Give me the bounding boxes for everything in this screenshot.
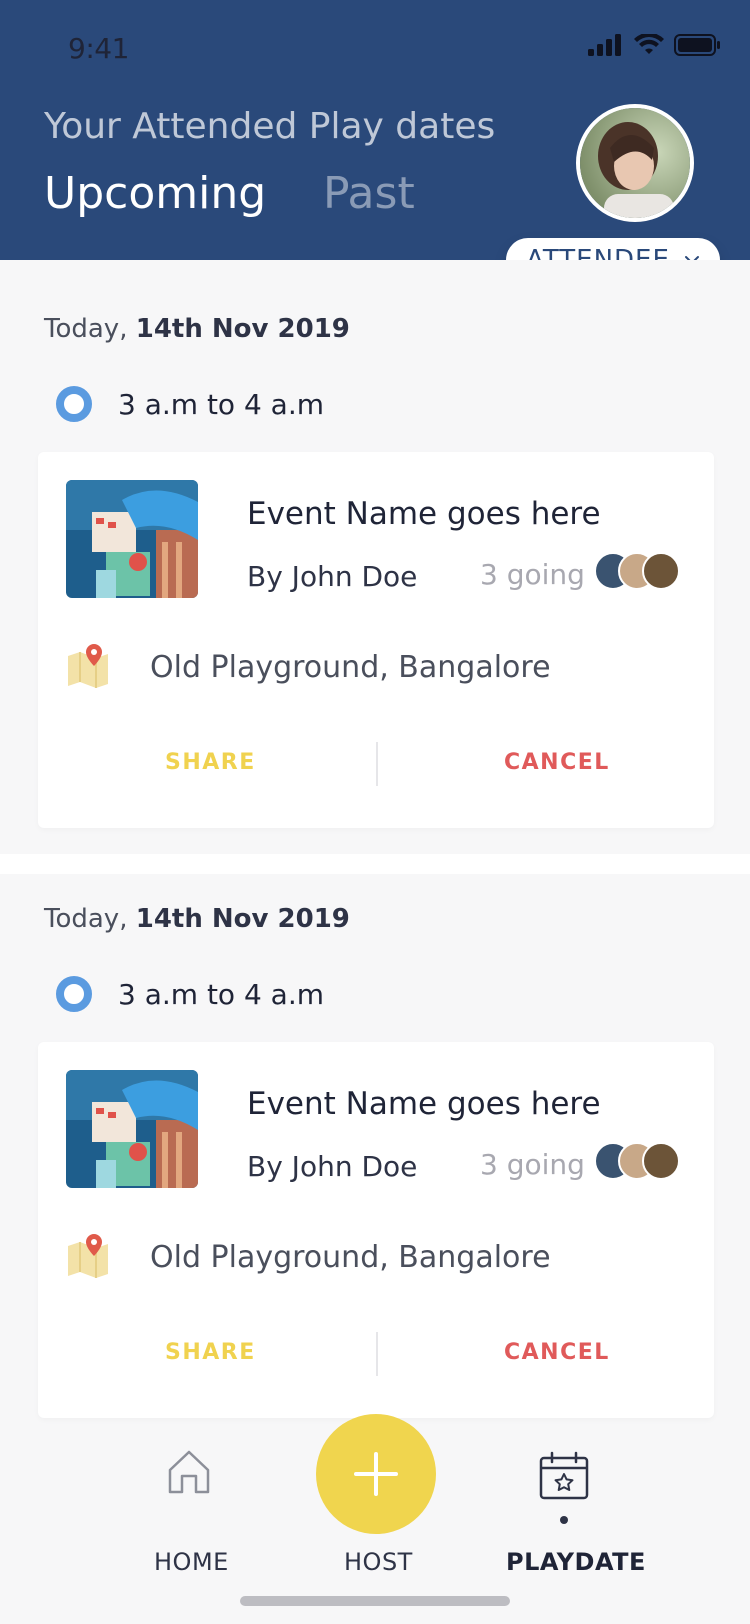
tab-upcoming[interactable]: Upcoming bbox=[44, 168, 266, 219]
avatar bbox=[642, 1142, 680, 1180]
date-value: 14th Nov 2019 bbox=[135, 314, 350, 344]
event-host: By John Doe bbox=[247, 1150, 418, 1183]
divider bbox=[376, 742, 378, 786]
avatar bbox=[642, 552, 680, 590]
header: 9:41 Your Attended Play dates Upcoming P… bbox=[0, 0, 750, 282]
share-button[interactable]: SHARE bbox=[165, 1340, 256, 1365]
nav-playdate-label[interactable]: PLAYDATE bbox=[506, 1548, 646, 1576]
section-divider bbox=[0, 854, 750, 874]
divider bbox=[376, 1332, 378, 1376]
home-indicator[interactable] bbox=[240, 1596, 510, 1606]
host-fab-button[interactable] bbox=[316, 1414, 436, 1534]
event-card[interactable]: Event Name goes here By John Doe 3 going… bbox=[38, 452, 714, 828]
cancel-button[interactable]: CANCEL bbox=[504, 750, 610, 775]
share-button[interactable]: SHARE bbox=[165, 750, 256, 775]
status-icons bbox=[588, 34, 720, 56]
event-section: Today, 14th Nov 2019 3 a.m to 4 a.m Even… bbox=[0, 874, 750, 1418]
event-card[interactable]: Event Name goes here By John Doe 3 going… bbox=[38, 1042, 714, 1418]
event-time: 3 a.m to 4 a.m bbox=[118, 387, 325, 421]
date-value: 14th Nov 2019 bbox=[135, 904, 350, 934]
timeline-radio-icon bbox=[56, 976, 92, 1012]
signal-icon bbox=[588, 34, 621, 56]
bottom-nav: HOME HOST PLAYDATE bbox=[0, 1400, 750, 1624]
battery-icon bbox=[674, 34, 720, 56]
tab-past[interactable]: Past bbox=[323, 168, 415, 219]
plus-icon bbox=[354, 1452, 398, 1496]
event-time: 3 a.m to 4 a.m bbox=[118, 977, 325, 1011]
event-location: Old Playground, Bangalore bbox=[150, 650, 551, 685]
event-host: By John Doe bbox=[247, 560, 418, 593]
timeline-radio-icon bbox=[56, 386, 92, 422]
calendar-star-icon[interactable] bbox=[538, 1450, 590, 1502]
event-name[interactable]: Event Name goes here bbox=[247, 496, 601, 532]
event-date: Today, 14th Nov 2019 bbox=[44, 904, 350, 934]
wifi-icon bbox=[634, 34, 664, 54]
map-pin-icon bbox=[68, 1234, 108, 1278]
going-count: 3 going bbox=[480, 558, 585, 591]
event-location: Old Playground, Bangalore bbox=[150, 1240, 551, 1275]
active-indicator bbox=[560, 1516, 568, 1524]
attendee-avatars[interactable] bbox=[594, 552, 684, 592]
date-prefix: Today, bbox=[44, 904, 128, 934]
time-row: 3 a.m to 4 a.m bbox=[56, 976, 324, 1012]
nav-home-label[interactable]: HOME bbox=[154, 1548, 229, 1576]
going-count: 3 going bbox=[480, 1148, 585, 1181]
date-prefix: Today, bbox=[44, 314, 128, 344]
cancel-button[interactable]: CANCEL bbox=[504, 1340, 610, 1365]
time-row: 3 a.m to 4 a.m bbox=[56, 386, 324, 422]
map-pin-icon bbox=[68, 644, 108, 688]
event-thumbnail bbox=[66, 480, 198, 598]
status-time: 9:41 bbox=[68, 32, 129, 65]
page-title: Your Attended Play dates bbox=[44, 106, 496, 147]
user-avatar[interactable] bbox=[576, 104, 694, 222]
event-thumbnail bbox=[66, 1070, 198, 1188]
attendee-avatars[interactable] bbox=[594, 1142, 684, 1182]
home-icon[interactable] bbox=[166, 1448, 212, 1494]
event-name[interactable]: Event Name goes here bbox=[247, 1086, 601, 1122]
event-section: Today, 14th Nov 2019 3 a.m to 4 a.m Even… bbox=[0, 260, 750, 854]
event-date: Today, 14th Nov 2019 bbox=[44, 314, 350, 344]
nav-host-label[interactable]: HOST bbox=[344, 1548, 413, 1576]
